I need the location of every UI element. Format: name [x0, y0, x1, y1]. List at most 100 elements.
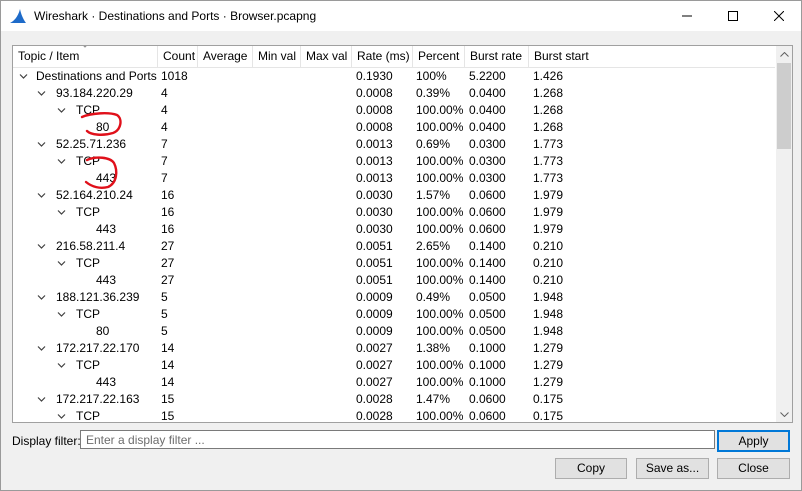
cell-burst-rate: 0.0300	[469, 137, 506, 151]
expanded-chevron-icon[interactable]	[57, 361, 66, 370]
expanded-chevron-icon[interactable]	[37, 140, 46, 149]
cell-percent: 100.00%	[416, 307, 464, 321]
expanded-chevron-icon[interactable]	[37, 344, 46, 353]
cell-count: 4	[161, 103, 168, 117]
cell-rate: 0.0051	[356, 273, 393, 287]
vertical-scrollbar[interactable]	[776, 46, 792, 422]
tree-row[interactable]: 216.58.211.4 27 0.0051 2.65% 0.1400 0.210	[13, 238, 775, 255]
close-button[interactable]: Close	[717, 458, 790, 479]
cell-count: 7	[161, 137, 168, 151]
cell-topic-item: 216.58.211.4	[56, 239, 126, 253]
display-filter-input[interactable]	[80, 430, 715, 449]
cell-count: 1018	[161, 69, 188, 83]
cell-burst-rate: 0.0600	[469, 392, 506, 406]
tree-row[interactable]: TCP 15 0.0028 100.00% 0.0600 0.175	[13, 408, 775, 423]
column-header-burst-start[interactable]: Burst start	[529, 46, 775, 67]
expanded-chevron-icon[interactable]	[57, 157, 66, 166]
tree-row[interactable]: 188.121.36.239 5 0.0009 0.49% 0.0500 1.948	[13, 289, 775, 306]
cell-rate: 0.0030	[356, 188, 393, 202]
cell-count: 16	[161, 222, 175, 236]
cell-rate: 0.0028	[356, 392, 393, 406]
cell-rate: 0.1930	[356, 69, 393, 83]
tree-row[interactable]: TCP 27 0.0051 100.00% 0.1400 0.210	[13, 255, 775, 272]
cell-topic-item: TCP	[76, 256, 100, 270]
column-header-topic[interactable]: Topic / Item	[13, 46, 158, 67]
expanded-chevron-icon[interactable]	[37, 293, 46, 302]
tree-row[interactable]: 443 7 0.0013 100.00% 0.0300 1.773	[13, 170, 775, 187]
expanded-chevron-icon[interactable]	[57, 259, 66, 268]
scroll-down-button[interactable]	[776, 406, 792, 422]
expanded-chevron-icon[interactable]	[57, 106, 66, 115]
column-label: Count	[163, 49, 196, 63]
tree-row[interactable]: Destinations and Ports 1018 0.1930 100% 5.22…	[13, 68, 775, 85]
tree-row[interactable]: 80 4 0.0008 100.00% 0.0400 1.268	[13, 119, 775, 136]
maximize-icon	[728, 11, 738, 21]
cell-topic-item: 52.164.210.24	[56, 188, 133, 202]
window-title: Wireshark · Destinations and Ports · Bro…	[34, 9, 317, 23]
tree-row[interactable]: TCP 4 0.0008 100.00% 0.0400 1.268	[13, 102, 775, 119]
tree-row[interactable]: 443 16 0.0030 100.00% 0.0600 1.979	[13, 221, 775, 238]
column-header-max-val[interactable]: Max val	[301, 46, 352, 67]
cell-count: 5	[161, 290, 168, 304]
scroll-up-button[interactable]	[776, 46, 792, 62]
expanded-chevron-icon[interactable]	[19, 72, 28, 81]
cell-topic-item: 52.25.71.236	[56, 137, 127, 151]
tree-row[interactable]: TCP 5 0.0009 100.00% 0.0500 1.948	[13, 306, 775, 323]
tree-row[interactable]: 443 14 0.0027 100.00% 0.1000 1.279	[13, 374, 775, 391]
tree-row[interactable]: 52.25.71.236 7 0.0013 0.69% 0.0300 1.773	[13, 136, 775, 153]
tree-row[interactable]: 52.164.210.24 16 0.0030 1.57% 0.0600 1.979	[13, 187, 775, 204]
save-as-button[interactable]: Save as...	[636, 458, 709, 479]
cell-burst-rate: 0.0400	[469, 120, 506, 134]
sort-indicator-icon	[83, 46, 87, 48]
cell-rate: 0.0008	[356, 86, 393, 100]
expanded-chevron-icon[interactable]	[37, 191, 46, 200]
tree-row[interactable]: TCP 16 0.0030 100.00% 0.0600 1.979	[13, 204, 775, 221]
expanded-chevron-icon[interactable]	[37, 242, 46, 251]
cell-burst-start: 1.268	[533, 120, 564, 134]
cell-rate: 0.0009	[356, 290, 393, 304]
tree-row[interactable]: 443 27 0.0051 100.00% 0.1400 0.210	[13, 272, 775, 289]
cell-burst-rate: 0.0600	[469, 409, 506, 423]
column-header-rate[interactable]: Rate (ms)	[352, 46, 413, 67]
expanded-chevron-icon[interactable]	[57, 208, 66, 217]
cell-rate: 0.0009	[356, 307, 393, 321]
tree-row[interactable]: 80 5 0.0009 100.00% 0.0500 1.948	[13, 323, 775, 340]
cell-burst-rate: 0.1000	[469, 341, 506, 355]
maximize-button[interactable]	[710, 1, 756, 31]
cell-burst-rate: 0.0500	[469, 324, 506, 338]
apply-button[interactable]: Apply	[717, 430, 790, 452]
copy-button[interactable]: Copy	[555, 458, 627, 479]
expanded-chevron-icon[interactable]	[57, 412, 66, 421]
column-header-count[interactable]: Count	[158, 46, 198, 67]
cell-count: 5	[161, 307, 168, 321]
cell-count: 27	[161, 273, 175, 287]
cell-topic-item: 93.184.220.29	[56, 86, 133, 100]
cell-percent: 100.00%	[416, 154, 464, 168]
cell-percent: 100.00%	[416, 171, 464, 185]
tree-row[interactable]: 172.217.22.170 14 0.0027 1.38% 0.1000 1.279	[13, 340, 775, 357]
column-label: Percent	[418, 49, 460, 63]
tree-row[interactable]: 172.217.22.163 15 0.0028 1.47% 0.0600 0.175	[13, 391, 775, 408]
tree-row[interactable]: TCP 7 0.0013 100.00% 0.0300 1.773	[13, 153, 775, 170]
cell-count: 14	[161, 375, 175, 389]
scrollbar-thumb[interactable]	[777, 63, 791, 149]
column-header-burst-rate[interactable]: Burst rate	[465, 46, 529, 67]
cell-topic-item: 443	[96, 273, 117, 287]
tree-row[interactable]: TCP 14 0.0027 100.00% 0.1000 1.279	[13, 357, 775, 374]
close-window-button[interactable]	[756, 1, 802, 31]
column-header-percent[interactable]: Percent	[413, 46, 465, 67]
column-header-min-val[interactable]: Min val	[253, 46, 301, 67]
cell-burst-start: 0.210	[533, 273, 564, 287]
column-label: Topic / Item	[18, 49, 80, 63]
tree-row[interactable]: 93.184.220.29 4 0.0008 0.39% 0.0400 1.268	[13, 85, 775, 102]
expanded-chevron-icon[interactable]	[37, 395, 46, 404]
minimize-button[interactable]	[664, 1, 710, 31]
cell-rate: 0.0008	[356, 120, 393, 134]
expanded-chevron-icon[interactable]	[37, 89, 46, 98]
cell-percent: 100.00%	[416, 222, 464, 236]
stats-tree[interactable]: Topic / Item Count Average Min val Max v…	[12, 45, 793, 423]
expanded-chevron-icon[interactable]	[57, 310, 66, 319]
column-header-average[interactable]: Average	[198, 46, 253, 67]
cell-rate: 0.0013	[356, 154, 393, 168]
cell-percent: 0.69%	[416, 137, 451, 151]
